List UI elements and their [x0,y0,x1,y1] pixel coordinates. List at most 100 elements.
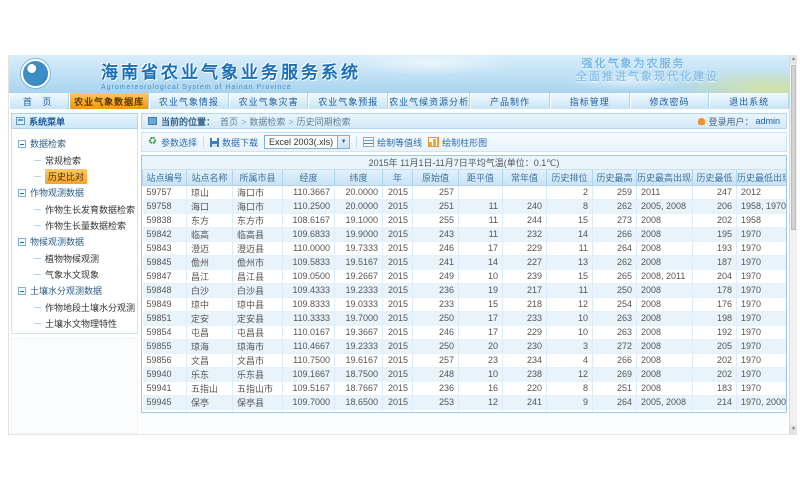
scrollbar-track[interactable] [790,231,797,425]
table-row[interactable]: 59838东方东方市108.616719.1000201525511244152… [143,213,787,227]
collapse-icon[interactable] [18,140,26,148]
nav-tab-3[interactable]: 农业气象情报 [149,93,229,109]
table-row[interactable]: 59757琼山海口市110.366720.0000201525722592011… [143,185,787,199]
tree-leaf-label: 历史比对 [45,169,87,184]
table-cell: 59838 [143,213,187,227]
tree-leaf[interactable]: 作物生长量数据检索 [34,217,135,233]
table-row[interactable]: 59849琼中琼中县109.833319.0333201523315218122… [143,297,787,311]
nav-tab-8[interactable]: 指标管理 [550,93,630,109]
table-cell: 东方 [187,213,233,227]
table-row[interactable]: 59855琼海琼海市110.466719.2333201525020230327… [143,339,787,353]
collapse-icon[interactable] [18,287,26,295]
table-cell: 琼山 [187,185,233,199]
barchart-icon [428,137,439,147]
breadcrumb-item[interactable]: 首页 [220,117,238,127]
nav-tab-6[interactable]: 农业气候资源分析 [388,93,470,109]
breadcrumb-item[interactable]: 数据检索 [249,117,285,127]
tree-node-label: 数据检索 [30,137,66,150]
table-cell: 2008 [637,213,693,227]
param-select-button[interactable]: ♻ 参数选择 [148,136,197,149]
breadcrumb-item[interactable]: 历史同期检索 [297,117,351,127]
table-cell: 243 [413,227,459,241]
table-cell: 230 [503,339,547,353]
table-cell: 19.7000 [335,311,383,325]
tree-node[interactable]: 物候观测数据 [18,233,135,250]
nav-tab-2[interactable]: 农业气象数据库 [69,93,149,109]
sidebar: 系统菜单 数据检索常规检索历史比对作物观测数据作物生长发育数据检索作物生长量数据… [11,113,138,434]
nav-tab-1[interactable]: 首 页 [9,93,69,109]
breadcrumb-separator: > [288,117,293,127]
table-header-row: 站点编号站点名称所属市县经度纬度年原始值距平值常年值历史排位历史最高历史最高出现… [143,170,787,185]
draw-contour-button[interactable]: 绘制等值线 [363,136,422,149]
table-cell: 59845 [143,255,187,269]
table-cell: 248 [413,367,459,381]
table-cell: 2015 [383,353,413,367]
table-cell: 15 [547,269,593,283]
scrollbar-thumb[interactable] [791,65,796,230]
nav-tab-5[interactable]: 农业气象预报 [308,93,388,109]
tree-leaf[interactable]: 常规检索 [34,152,135,168]
tree-branch-line [34,209,41,210]
table-cell: 文昌 [187,353,233,367]
scroll-up-icon[interactable]: ▲ [790,55,797,64]
table-cell: 176 [693,297,737,311]
table-cell: 2008 [637,311,693,325]
tree-leaf[interactable]: 作物生长发育数据检索 [34,201,135,217]
export-format-select[interactable]: Excel 2003(.xls) ▼ [264,135,350,149]
tree-leaf[interactable]: 气象水文现象 [34,266,135,282]
table-cell: 187 [693,255,737,269]
table-row[interactable]: 59856文昌文昌市110.750019.6167201525723234426… [143,353,787,367]
table-cell: 19.5167 [335,255,383,269]
tree-node[interactable]: 作物观测数据 [18,184,135,201]
table-row[interactable]: 59843澄迈澄迈县110.000019.7333201524617229112… [143,241,787,255]
table-row[interactable]: 59847昌江昌江县109.050019.2667201524910239152… [143,269,787,283]
table-cell: 19.9000 [335,227,383,241]
table-row[interactable]: 59854屯昌屯昌县110.016719.3667201524617229102… [143,325,787,339]
table-cell: 227 [503,255,547,269]
tree-branch-line [34,274,41,275]
table-row[interactable]: 59851定安定安县110.333319.7000201525017233102… [143,311,787,325]
tree-node[interactable]: 数据检索 [18,135,135,152]
table-cell: 2008 [637,339,693,353]
collapse-icon[interactable] [18,238,26,246]
table-row[interactable]: 59945保亭保亭县109.700018.6500201525312241926… [143,395,787,409]
table-cell: 2015 [383,311,413,325]
table-row[interactable]: 59842临高临高县109.683319.9000201524311232142… [143,227,787,241]
table-row[interactable]: 59758海口海口市110.250020.0000201525111240826… [143,199,787,213]
banner-slogan: 强化气象为农服务 全面推进气象现代化建设 [548,58,719,84]
table-cell: 3 [547,339,593,353]
column-header: 原始值 [413,170,459,185]
app-title: 海南省农业气象业务服务系统 [101,58,361,83]
table-cell: 2015 [383,283,413,297]
scroll-down-icon[interactable]: ▼ [790,425,797,434]
nav-tab-9[interactable]: 修改密码 [630,93,710,109]
tree-leaf[interactable]: 土壤水文物理特性 [34,315,135,331]
tree-leaf[interactable]: 植物物候观测 [34,250,135,266]
table-row[interactable]: 59848白沙白沙县109.433319.2333201523619217112… [143,283,787,297]
nav-tab-4[interactable]: 农业气象灾害 [229,93,309,109]
nav-tab-10[interactable]: 退出系统 [709,93,789,109]
tree-node[interactable]: 土壤水分观测数据 [18,282,135,299]
table-cell: 257 [413,353,459,367]
table-cell: 2015 [383,395,413,409]
user-icon [698,118,705,125]
table-cell [503,185,547,199]
table-cell: 19.2333 [335,283,383,297]
tree-leaf[interactable]: 作物地段土壤水分观测 [34,299,135,315]
table-cell: 249 [413,269,459,283]
table-row[interactable]: 59845儋州儋州市109.583319.5167201524114227132… [143,255,787,269]
table-row[interactable]: 59940乐东乐东县109.166718.7500201524810238122… [143,367,787,381]
chevron-down-icon[interactable]: ▼ [337,136,349,148]
table-cell: 108.6167 [283,213,335,227]
vertical-scrollbar[interactable]: ▲ ▼ [789,55,797,434]
table-cell: 59945 [143,395,187,409]
nav-tab-7[interactable]: 产品制作 [470,93,550,109]
table-row[interactable]: 59941五指山五指山市109.516718.76672015236162208… [143,381,787,395]
table-cell: 1970 [737,241,787,255]
table-cell: 2015 [383,213,413,227]
data-download-button[interactable]: 数据下载 [210,136,258,149]
table-cell: 246 [413,241,459,255]
collapse-icon[interactable] [18,189,26,197]
tree-leaf[interactable]: 历史比对 [34,168,135,184]
draw-barchart-button[interactable]: 绘制柱形图 [428,136,487,149]
